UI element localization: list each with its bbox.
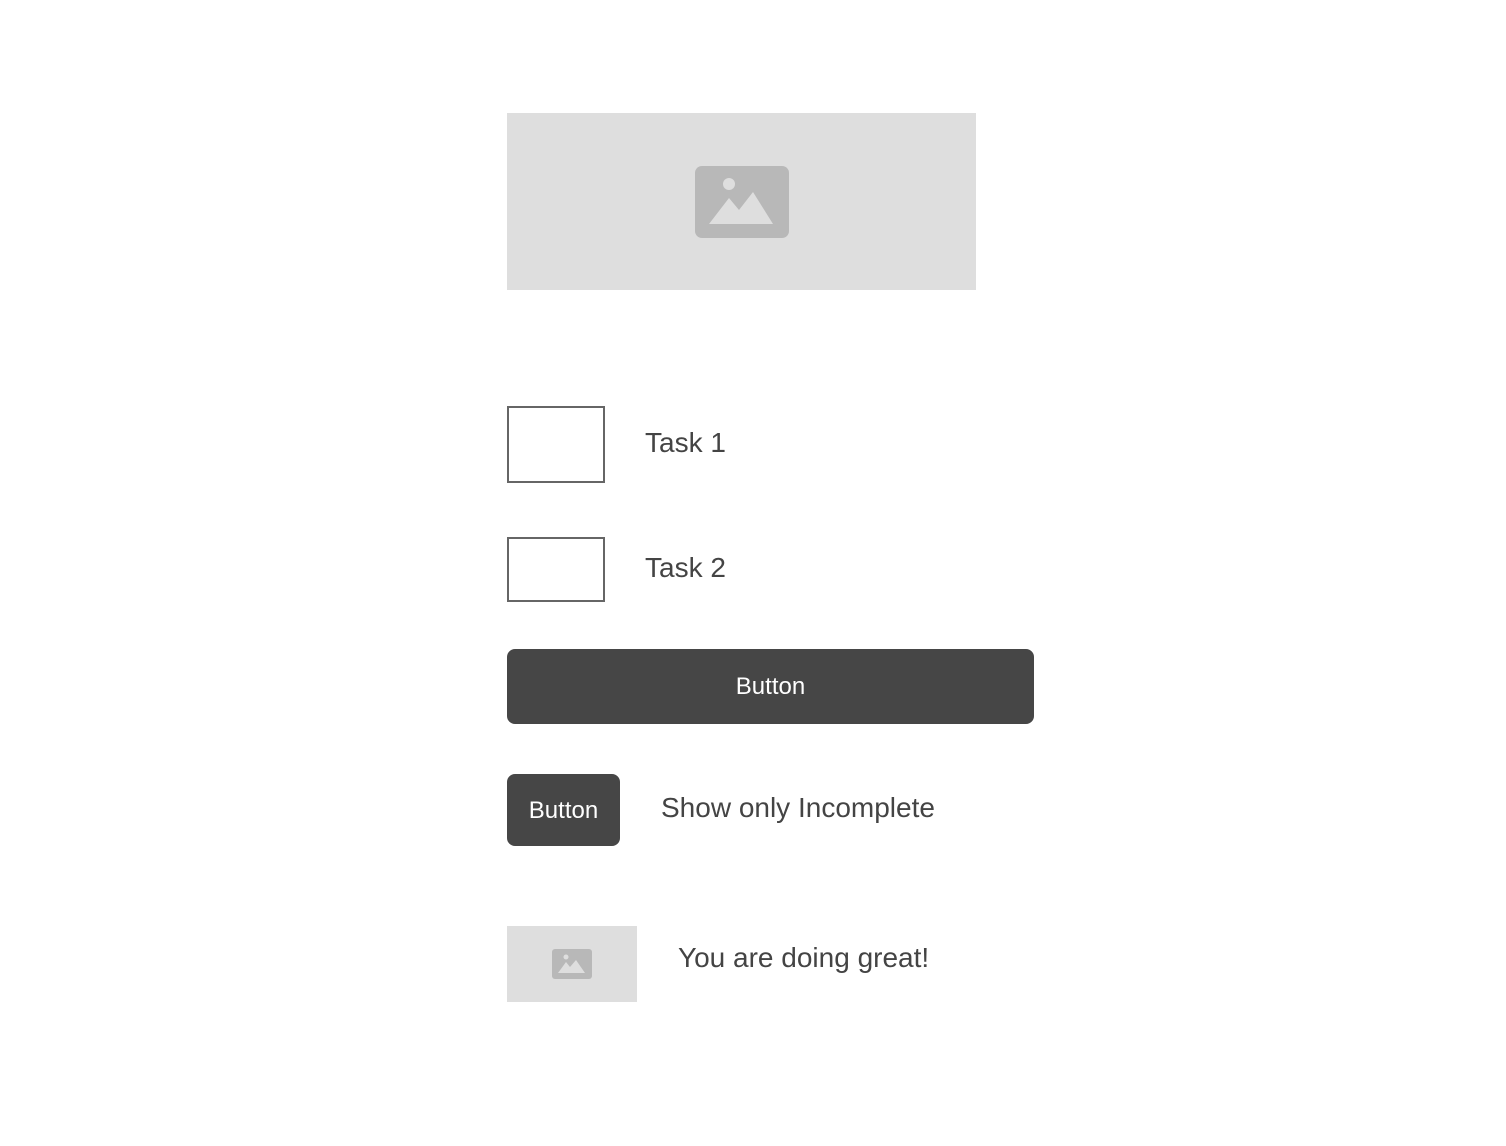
task-1-label: Task 1 [645,427,726,458]
task-2-checkbox[interactable] [507,537,605,602]
image-icon [694,165,789,238]
filter-label: Show only Incomplete [661,792,935,823]
primary-button-label: Button [735,672,806,700]
filter-button-label: Button [528,797,599,824]
image-icon [552,949,592,979]
encouragement-message: You are doing great! [678,942,930,973]
task-2-label: Task 2 [645,552,726,583]
primary-button[interactable]: Button [507,649,1034,724]
feedback-image [507,926,637,1002]
filter-button[interactable]: Button [507,774,620,846]
task-1-checkbox[interactable] [507,406,605,483]
hero-image [507,113,976,290]
